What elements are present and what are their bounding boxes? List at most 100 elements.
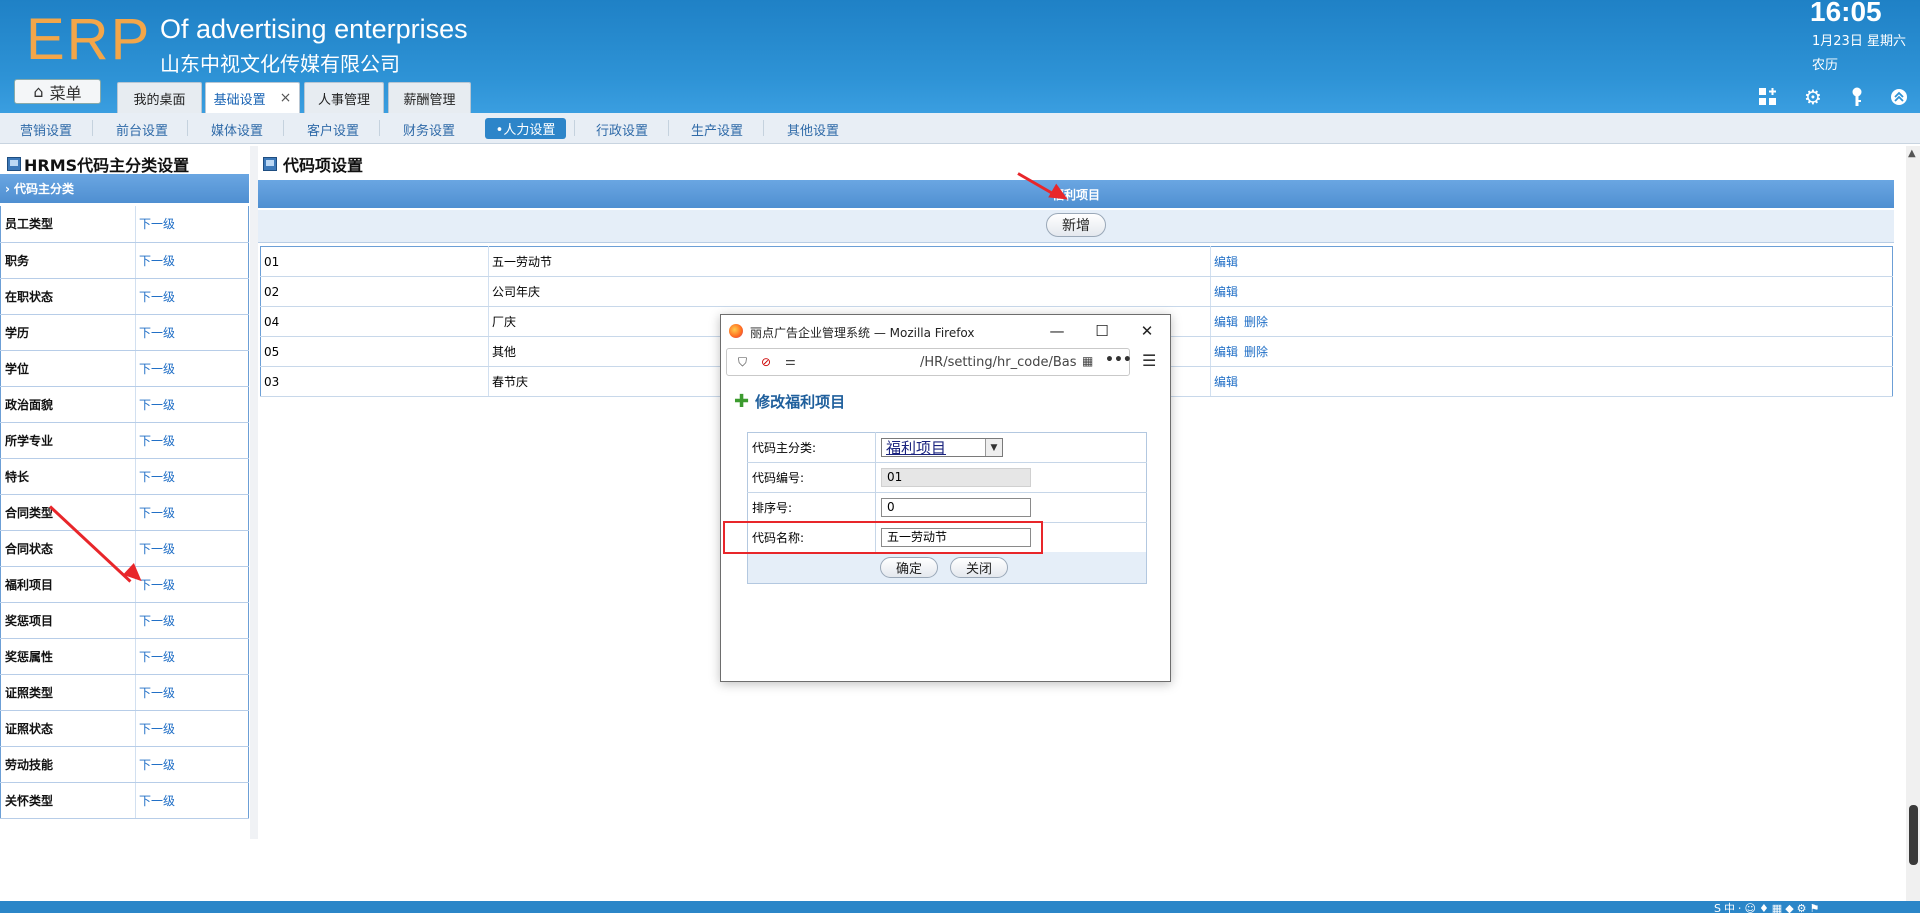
scroll-up-icon[interactable]: ▲ [1908,148,1916,159]
code-cell: 01 [260,246,489,277]
highlight-box [723,521,1043,554]
separator [574,120,575,136]
category-name: 关怀类型 [0,782,136,819]
category-table: 员工类型 下一级 职务 下一级 在职状态 下一级 学历 下一级 学位 下一级 政治面貌 下一级 所学专业… [0,206,249,819]
next-level-link[interactable]: 下一级 [135,710,249,747]
separator [92,120,93,136]
close-icon[interactable]: ✕ [1137,321,1157,341]
confirm-button[interactable]: 确定 [880,557,938,578]
tab-my-desktop[interactable]: 我的桌面 [117,82,202,113]
tab-basic-settings[interactable]: 基础设置 × [205,82,300,113]
edit-link[interactable]: 编辑 [1214,255,1238,269]
sort-order-field[interactable]: 0 [881,498,1031,517]
edit-link[interactable]: 编辑 [1214,375,1238,389]
list-item: 合同状态 下一级 [0,530,249,567]
actions-cell: 编辑 [1210,276,1893,307]
subnav-item-finance[interactable]: 财务设置 [403,120,455,139]
next-level-link[interactable]: 下一级 [135,638,249,675]
category-name: 所学专业 [0,422,136,459]
actions-cell: 编辑 删除 [1210,306,1893,337]
next-level-link[interactable]: 下一级 [135,782,249,819]
list-item: 关怀类型 下一级 [0,782,249,819]
subnav-item-media[interactable]: 媒体设置 [211,120,263,139]
next-level-link[interactable]: 下一级 [135,530,249,567]
next-level-link[interactable]: 下一级 [135,386,249,423]
scrollbar-thumb[interactable] [1909,805,1918,865]
left-panel-title: HRMS代码主分类设置 [7,152,189,176]
tab-label: 基础设置 [213,92,266,108]
url-text[interactable]: /HR/setting/hr_code/Bas [920,355,1077,370]
panel-divider[interactable] [250,146,258,839]
next-level-link[interactable]: 下一级 [135,458,249,495]
subnav-item-hr-active[interactable]: •人力设置 [485,118,566,139]
grid-add-icon[interactable] [1757,86,1779,108]
maximize-icon[interactable]: ☐ [1092,321,1112,341]
subnav-item-production[interactable]: 生产设置 [691,120,743,139]
category-name: 在职状态 [0,278,136,315]
url-bar[interactable]: ⛉ ⊘ ⚌ /HR/setting/hr_code/Bas ▦ ••• [726,348,1132,376]
add-button[interactable]: 新增 [1046,213,1106,237]
next-level-link[interactable]: 下一级 [135,566,249,603]
delete-link[interactable]: 删除 [1244,345,1268,359]
tab-salary[interactable]: 薪酬管理 [388,82,471,113]
next-level-link[interactable]: 下一级 [135,278,249,315]
tab-label: 薪酬管理 [403,92,456,108]
next-level-link[interactable]: 下一级 [135,206,249,243]
shield-icon[interactable]: ⛉ [738,355,747,370]
category-name: 合同状态 [0,530,136,567]
code-cell: 03 [260,366,489,397]
category-name: 政治面貌 [0,386,136,423]
left-head-label: 代码主分类 [13,182,74,196]
tab-personnel[interactable]: 人事管理 [304,82,384,113]
next-level-link[interactable]: 下一级 [135,350,249,387]
next-level-link[interactable]: 下一级 [135,602,249,639]
list-item: 特长 下一级 [0,458,249,495]
qr-code-icon[interactable]: ▦ [1082,354,1093,368]
popup-title: 丽点广告企业管理系统 — Mozilla Firefox [750,326,975,340]
minimize-icon[interactable]: — [1047,321,1067,341]
subnav-item-admin[interactable]: 行政设置 [596,120,648,139]
more-icon[interactable]: ••• [1105,352,1132,368]
category-select[interactable]: 福利项目 ▼ [881,438,1003,457]
gear-icon[interactable]: ⚙ [1802,85,1824,109]
code-number-label: 代码编号: [747,462,876,493]
category-name: 证照类型 [0,674,136,711]
separator [379,120,380,136]
next-level-link[interactable]: 下一级 [135,674,249,711]
close-button[interactable]: 关闭 [950,557,1008,578]
subnav-item-customer[interactable]: 客户设置 [307,120,359,139]
category-name: 员工类型 [0,206,136,243]
page-scrollbar[interactable] [1906,146,1920,901]
left-title-text: HRMS代码主分类设置 [24,156,190,175]
subnav-item-other[interactable]: 其他设置 [787,120,839,139]
popup-titlebar[interactable]: 丽点广告企业管理系统 — Mozilla Firefox — ☐ ✕ [721,315,1170,347]
menu-button[interactable]: ⌂ 菜单 [14,79,101,104]
key-icon[interactable] [1846,86,1868,108]
lunar-label: 农历 [1812,58,1839,73]
permissions-icon[interactable]: ⚌ [785,354,796,368]
close-icon[interactable]: × [280,90,292,106]
left-panel-header[interactable]: › 代码主分类 [0,174,249,203]
next-level-link[interactable]: 下一级 [135,494,249,531]
category-name: 学历 [0,314,136,351]
edit-link[interactable]: 编辑 [1214,345,1238,359]
system-tray-icons[interactable]: S中⋅☺♦▦◆⚙⚑ [1714,900,1822,916]
next-level-link[interactable]: 下一级 [135,746,249,783]
list-item: 证照状态 下一级 [0,710,249,747]
delete-link[interactable]: 删除 [1244,315,1268,329]
firefox-icon [729,324,743,338]
collapse-icon[interactable] [1888,86,1910,108]
hamburger-menu-icon[interactable]: ☰ [1142,351,1156,370]
separator [668,120,669,136]
subnav-item-marketing[interactable]: 营销设置 [20,120,72,139]
next-level-link[interactable]: 下一级 [135,314,249,351]
edit-link[interactable]: 编辑 [1214,285,1238,299]
category-name: 学位 [0,350,136,387]
category-name: 职务 [0,242,136,279]
edit-link[interactable]: 编辑 [1214,315,1238,329]
next-level-link[interactable]: 下一级 [135,242,249,279]
subnav-item-front-desk[interactable]: 前台设置 [116,120,168,139]
camera-blocked-icon[interactable]: ⊘ [761,355,771,369]
next-level-link[interactable]: 下一级 [135,422,249,459]
category-name: 特长 [0,458,136,495]
